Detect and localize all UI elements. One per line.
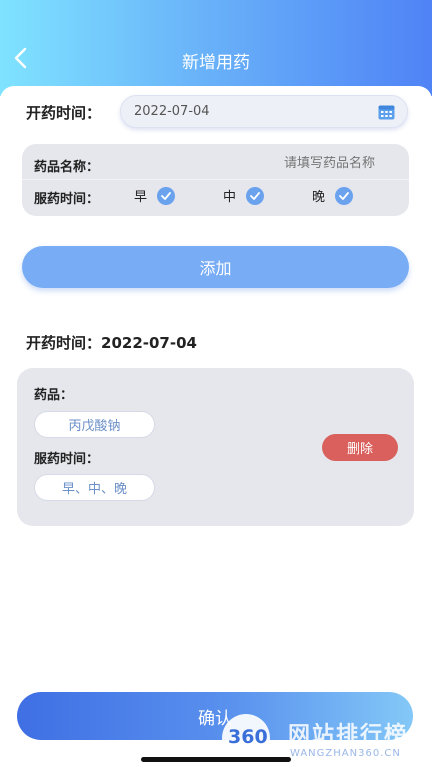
drug-name-label: 药品名称： xyxy=(34,160,100,175)
calendar-icon xyxy=(378,105,395,120)
medication-form-card: 药品名称： 服药时间： xyxy=(22,144,409,216)
record-time-value: 早、中、晚 xyxy=(34,474,155,501)
record-drug-label: 药品： xyxy=(34,388,74,403)
date-label: 开药时间： xyxy=(26,103,102,122)
date-row: 开药时间： xyxy=(26,100,101,124)
record-date-label: 开药时间： xyxy=(26,334,102,352)
header-bar: 新增用药 xyxy=(0,0,432,96)
time-option-evening[interactable]: 晚 xyxy=(312,186,354,205)
form-divider xyxy=(22,179,409,180)
record-date: 开药时间：2022-07-04 xyxy=(26,332,197,353)
date-picker[interactable]: 2022-07-04 xyxy=(120,95,408,128)
record-date-value: 2022-07-04 xyxy=(101,334,197,352)
time-option-noon[interactable]: 中 xyxy=(223,186,265,205)
time-label: 服药时间： xyxy=(34,192,100,207)
record-time-label: 服药时间： xyxy=(34,452,100,467)
check-icon xyxy=(246,186,265,205)
date-value: 2022-07-04 xyxy=(134,104,210,119)
time-option-label: 中 xyxy=(223,190,237,205)
drug-name-input[interactable] xyxy=(195,156,375,171)
time-option-morning[interactable]: 早 xyxy=(134,186,176,205)
add-button[interactable]: 添加 xyxy=(22,246,409,288)
delete-button[interactable]: 删除 xyxy=(322,434,398,461)
check-icon xyxy=(335,186,354,205)
home-indicator[interactable] xyxy=(141,757,291,762)
time-option-label: 晚 xyxy=(312,190,326,205)
time-option-label: 早 xyxy=(134,190,148,205)
page-title: 新增用药 xyxy=(182,53,250,73)
confirm-button[interactable]: 确认 xyxy=(17,692,413,740)
check-icon xyxy=(157,186,176,205)
record-drug-value: 丙戊酸钠 xyxy=(34,411,155,438)
